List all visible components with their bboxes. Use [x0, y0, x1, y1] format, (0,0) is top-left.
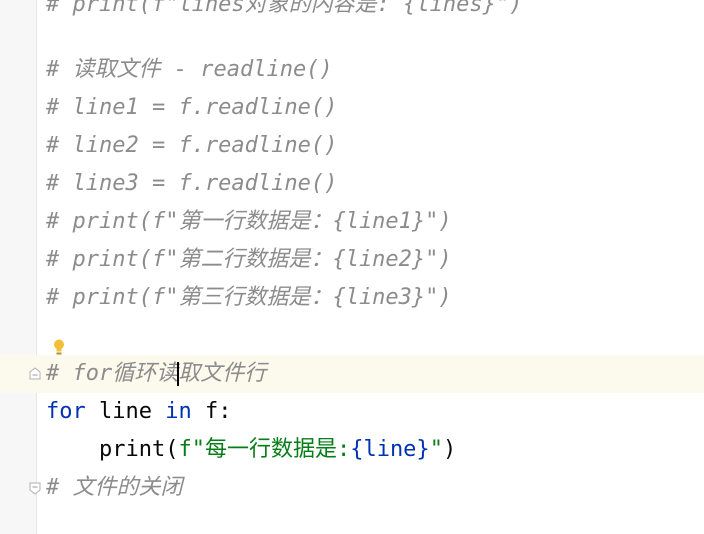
lightbulb-icon[interactable]: [52, 338, 66, 356]
code-line-text: # print(f"lines对象的内容是: {lines}"): [46, 0, 523, 17]
code-line-text: # line3 = f.readline(): [46, 171, 338, 196]
fold-icon[interactable]: [28, 367, 42, 381]
comment-text-after-caret: 取文件行: [178, 361, 267, 386]
fold-icon[interactable]: [28, 481, 42, 495]
code-line[interactable]: # print(f"第二行数据是：{line2}"): [0, 241, 704, 279]
code-line[interactable]: # line2 = f.readline(): [0, 127, 704, 165]
code-line[interactable]: # print(f"第三行数据是：{line3}"): [0, 279, 704, 317]
code-line[interactable]: # line1 = f.readline(): [0, 89, 704, 127]
code-line-text: # 文件的关闭: [46, 475, 183, 500]
code-line-text: # print(f"第二行数据是：{line2}"): [46, 247, 452, 272]
code-line-text: # line2 = f.readline(): [46, 133, 338, 158]
code-line[interactable]: # print(f"第一行数据是：{line1}"): [0, 203, 704, 241]
keyword-for: for: [46, 399, 86, 424]
fstring-end-quote: ": [429, 437, 443, 462]
code-line-text: # for循环读取文件行: [46, 355, 266, 393]
code-editor[interactable]: # print(f"lines对象的内容是: {lines}") # 读取文件 …: [0, 0, 704, 534]
fstring-expression: {line}: [350, 437, 430, 462]
print-close-paren: ): [442, 437, 457, 462]
code-line[interactable]: # line3 = f.readline(): [0, 165, 704, 203]
code-line[interactable]: # 读取文件 - readline(): [0, 51, 704, 89]
print-call: print(: [46, 437, 179, 462]
code-line-text: # print(f"第一行数据是：{line1}"): [46, 209, 452, 234]
code-line-text: print(f"每一行数据是:{line}"): [46, 431, 456, 469]
loop-iterable: f:: [191, 399, 232, 424]
current-code-line[interactable]: # for循环读取文件行: [0, 355, 704, 393]
code-line-text: # print(f"第三行数据是：{line3}"): [46, 285, 452, 310]
code-line-text: for line in f:: [46, 393, 231, 431]
fstring-literal: f"每一行数据是:: [178, 437, 351, 462]
keyword-in: in: [165, 399, 192, 424]
code-line[interactable]: # print(f"lines对象的内容是: {lines}"): [0, 0, 704, 24]
comment-text-before-caret: # for循环读: [46, 361, 179, 386]
code-line-text: # line1 = f.readline(): [46, 95, 338, 120]
code-line[interactable]: print(f"每一行数据是:{line}"): [0, 431, 704, 469]
code-line[interactable]: for line in f:: [0, 393, 704, 431]
loop-variable: line: [85, 399, 166, 424]
code-line[interactable]: # 文件的关闭: [0, 469, 704, 507]
code-line-text: # 读取文件 - readline(): [46, 57, 333, 82]
